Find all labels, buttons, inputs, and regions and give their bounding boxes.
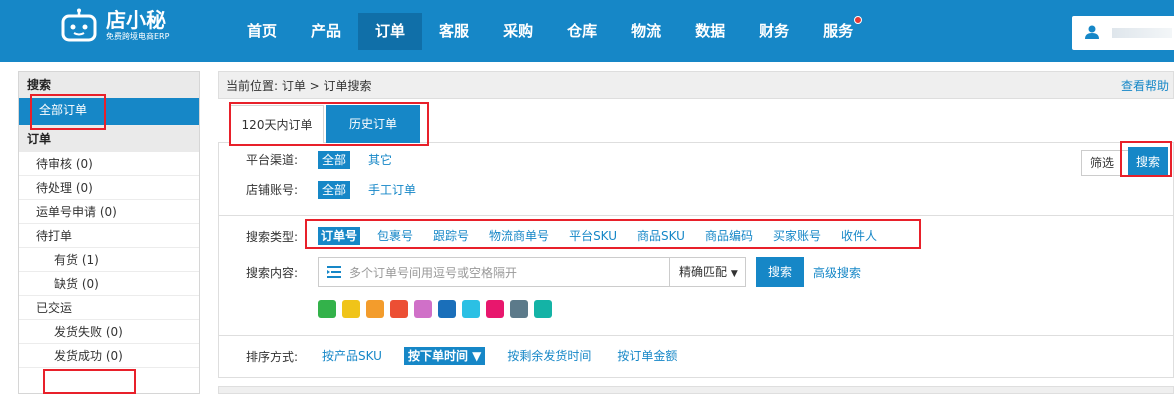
nav-products[interactable]: 产品 bbox=[294, 13, 358, 50]
search-type-label: 搜索类型: bbox=[246, 229, 299, 244]
sidebar-item-ship-success[interactable]: 发货成功 (0) bbox=[19, 344, 199, 368]
results-header-strip bbox=[218, 386, 1174, 394]
search-type-order-no[interactable]: 订单号 bbox=[318, 227, 361, 245]
brand-logo[interactable]: 店小秘 免费跨境电商ERP bbox=[60, 5, 169, 45]
match-mode-value: 精确匹配 bbox=[679, 265, 728, 279]
search-content-row: 搜索内容: 多个订单号间用逗号或空格隔开 精确匹配 ▼ 搜索 高级搜索 bbox=[246, 256, 861, 288]
user-menu[interactable] bbox=[1072, 16, 1174, 50]
sidebar-item-waybill-request[interactable]: 运单号申请 (0) bbox=[19, 200, 199, 224]
search-type-row: 搜索类型: 订单号 包裹号 跟踪号 物流商单号 平台SKU 商品SKU 商品编码… bbox=[246, 226, 894, 246]
top-search-button[interactable]: 搜索 bbox=[1128, 147, 1168, 177]
sidebar-item-ship-failed[interactable]: 发货失败 (0) bbox=[19, 320, 199, 344]
sort-by-remaining-ship-time[interactable]: 按剩余发货时间 bbox=[503, 347, 595, 365]
list-icon bbox=[327, 266, 341, 278]
sort-label: 排序方式: bbox=[246, 349, 299, 364]
caret-down-icon: ▼ bbox=[730, 269, 738, 279]
sort-by-order-time-label: 按下单时间 bbox=[407, 349, 468, 363]
color-tag-swatch[interactable] bbox=[510, 300, 528, 318]
match-mode-select[interactable]: 精确匹配 ▼ bbox=[670, 257, 746, 287]
search-type-package-no[interactable]: 包裹号 bbox=[374, 227, 416, 245]
color-tag-swatch[interactable] bbox=[462, 300, 480, 318]
shop-filter-row: 店铺账号: 全部 手工订单 bbox=[246, 180, 434, 200]
main-content: 当前位置: 订单 > 订单搜索 查看帮助 120天内订单 历史订单 平台渠道: … bbox=[218, 71, 1174, 394]
search-button[interactable]: 搜索 bbox=[756, 257, 804, 287]
sidebar-item-pending-review[interactable]: 待审核 (0) bbox=[19, 152, 199, 176]
user-icon bbox=[1085, 25, 1099, 39]
shop-option-all[interactable]: 全部 bbox=[318, 181, 351, 199]
nav-data[interactable]: 数据 bbox=[678, 13, 742, 50]
nav-warehouse[interactable]: 仓库 bbox=[550, 13, 614, 50]
top-navigation-bar: 店小秘 免费跨境电商ERP 首页 产品 订单 客服 采购 仓库 物流 数据 财务… bbox=[0, 0, 1174, 62]
filter-panel: 平台渠道: 全部 其它 店铺账号: 全部 手工订单 bbox=[218, 143, 1174, 216]
nav-finance[interactable]: 财务 bbox=[742, 13, 806, 50]
platform-option-other[interactable]: 其它 bbox=[364, 151, 396, 169]
sidebar-item-to-print: 待打单 bbox=[19, 224, 199, 248]
brand-tagline: 免费跨境电商ERP bbox=[106, 31, 170, 41]
order-tabs: 120天内订单 历史订单 bbox=[218, 99, 1174, 143]
help-link[interactable]: 查看帮助 bbox=[1121, 72, 1169, 100]
robot-logo-icon bbox=[61, 8, 97, 42]
search-type-tracking-no[interactable]: 跟踪号 bbox=[430, 227, 472, 245]
sort-panel: 排序方式: 按产品SKU 按下单时间 ▼ 按剩余发货时间 按订单金额 bbox=[218, 336, 1174, 378]
sort-by-product-sku[interactable]: 按产品SKU bbox=[318, 347, 386, 365]
search-content-label: 搜索内容: bbox=[246, 265, 299, 280]
platform-label: 平台渠道: bbox=[246, 153, 299, 167]
nav-customer-service[interactable]: 客服 bbox=[422, 13, 486, 50]
tab-history-orders[interactable]: 历史订单 bbox=[326, 105, 420, 143]
sort-by-order-amount[interactable]: 按订单金额 bbox=[613, 347, 681, 365]
search-type-platform-sku[interactable]: 平台SKU bbox=[566, 227, 620, 245]
color-tag-swatch[interactable] bbox=[414, 300, 432, 318]
color-tag-swatch[interactable] bbox=[438, 300, 456, 318]
search-type-buyer-account[interactable]: 买家账号 bbox=[770, 227, 824, 245]
filter-button[interactable]: 筛选 bbox=[1081, 150, 1131, 176]
nav-services[interactable]: 服务 bbox=[806, 13, 870, 50]
nav-services-label: 服务 bbox=[823, 22, 854, 40]
sort-by-order-time[interactable]: 按下单时间 ▼ bbox=[403, 347, 486, 365]
search-input-placeholder: 多个订单号间用逗号或空格隔开 bbox=[349, 265, 518, 280]
shop-option-manual[interactable]: 手工订单 bbox=[364, 181, 420, 199]
color-tag-swatch[interactable] bbox=[342, 300, 360, 318]
color-tag-swatch[interactable] bbox=[486, 300, 504, 318]
sort-desc-icon: ▼ bbox=[472, 349, 482, 363]
color-tag-swatch[interactable] bbox=[534, 300, 552, 318]
platform-option-all[interactable]: 全部 bbox=[318, 151, 351, 169]
sidebar-item-shipped: 已交运 bbox=[19, 296, 199, 320]
sidebar: 搜索 全部订单 订单 待审核 (0) 待处理 (0) 运单号申请 (0) 待打单… bbox=[18, 71, 200, 394]
color-tag-swatch[interactable] bbox=[390, 300, 408, 318]
sidebar-item-in-stock[interactable]: 有货 (1) bbox=[19, 248, 199, 272]
nav-purchasing[interactable]: 采购 bbox=[486, 13, 550, 50]
breadcrumb: 当前位置: 订单 > 订单搜索 查看帮助 bbox=[218, 71, 1174, 99]
search-panel: 搜索类型: 订单号 包裹号 跟踪号 物流商单号 平台SKU 商品SKU 商品编码… bbox=[218, 216, 1174, 336]
platform-filter-row: 平台渠道: 全部 其它 bbox=[246, 150, 410, 170]
nav-logistics[interactable]: 物流 bbox=[614, 13, 678, 50]
sidebar-header-orders: 订单 bbox=[19, 126, 199, 152]
sidebar-item-out-of-stock[interactable]: 缺货 (0) bbox=[19, 272, 199, 296]
nav-home[interactable]: 首页 bbox=[230, 13, 294, 50]
sidebar-item-to-process[interactable]: 待处理 (0) bbox=[19, 176, 199, 200]
sidebar-item-all-orders[interactable]: 全部订单 bbox=[19, 98, 199, 126]
color-tag-swatch[interactable] bbox=[318, 300, 336, 318]
search-type-product-sku[interactable]: 商品SKU bbox=[634, 227, 688, 245]
search-type-carrier-no[interactable]: 物流商单号 bbox=[486, 227, 552, 245]
main-nav: 首页 产品 订单 客服 采购 仓库 物流 数据 财务 服务 bbox=[230, 13, 870, 50]
breadcrumb-text: 当前位置: 订单 > 订单搜索 bbox=[226, 79, 372, 93]
sidebar-header-search: 搜索 bbox=[19, 72, 199, 98]
brand-name: 店小秘 bbox=[106, 7, 166, 32]
notification-dot bbox=[854, 16, 863, 24]
user-name-blurred bbox=[1112, 28, 1172, 38]
sort-row: 排序方式: 按产品SKU 按下单时间 ▼ 按剩余发货时间 按订单金额 bbox=[246, 346, 699, 366]
color-tag-swatch[interactable] bbox=[366, 300, 384, 318]
search-type-recipient[interactable]: 收件人 bbox=[838, 227, 880, 245]
tab-recent-orders[interactable]: 120天内订单 bbox=[230, 105, 324, 143]
color-tag-row bbox=[318, 300, 558, 318]
advanced-search-link[interactable]: 高级搜索 bbox=[813, 264, 861, 281]
search-input[interactable]: 多个订单号间用逗号或空格隔开 bbox=[318, 257, 670, 287]
shop-label: 店铺账号: bbox=[246, 183, 299, 197]
nav-orders[interactable]: 订单 bbox=[358, 13, 423, 50]
search-type-product-code[interactable]: 商品编码 bbox=[702, 227, 756, 245]
